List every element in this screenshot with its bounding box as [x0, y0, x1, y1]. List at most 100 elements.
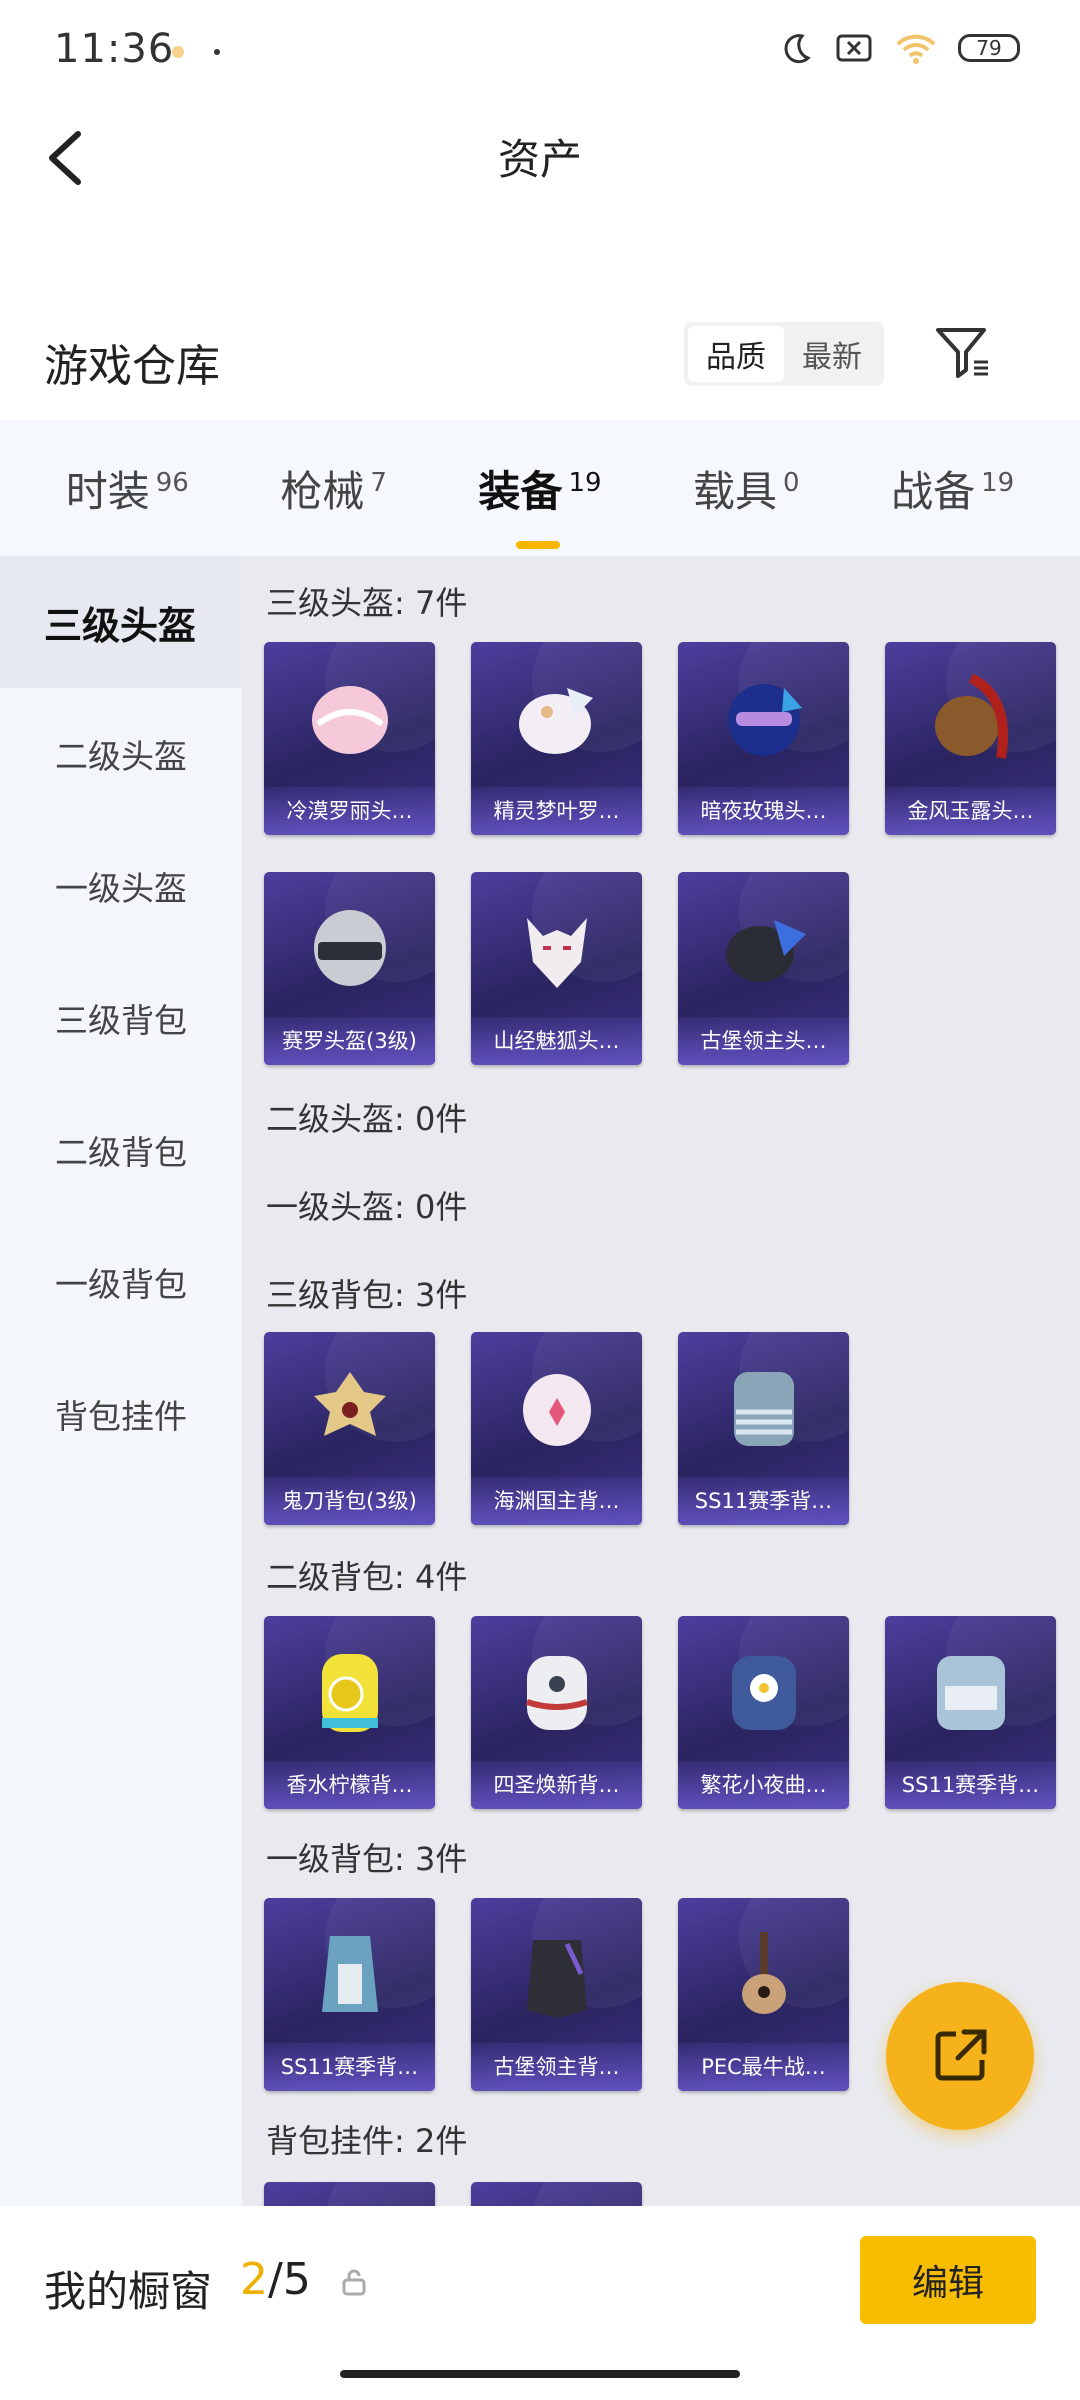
helmet-icon — [312, 686, 388, 754]
item-name: 金风玉露头… — [885, 787, 1056, 835]
tab-count: 96 — [155, 467, 189, 498]
item-name: SS11赛季背… — [885, 1761, 1056, 1809]
item-name: SS11赛季背… — [264, 2043, 435, 2091]
item-card[interactable]: 金风玉露头… — [885, 642, 1056, 835]
notification-dot-icon — [172, 46, 184, 58]
sidebar-item-backpack-pendant[interactable]: 背包挂件 — [0, 1348, 242, 1480]
backpack-icon — [734, 1372, 794, 1446]
category-tabs: 时装 96 枪械 7 装备 19 载具 0 战备 19 — [0, 420, 1080, 556]
backpack-icon — [523, 1374, 591, 1446]
showcase-total: /5 — [268, 2254, 311, 2305]
share-fab[interactable] — [886, 1982, 1034, 2130]
tab-label: 时装 — [65, 466, 150, 516]
item-card[interactable]: 赛罗头盔(3级) — [264, 872, 435, 1065]
item-card[interactable]: SS11赛季背… — [885, 1616, 1056, 1809]
tab-supplies[interactable]: 战备 19 — [891, 458, 1014, 519]
helmet-icon — [935, 673, 1008, 759]
section-title: 三级头盔: 7件 — [266, 584, 468, 622]
section-title: 三级背包: 3件 — [266, 1276, 468, 1314]
item-card[interactable]: 暗夜玫瑰头… — [678, 642, 849, 835]
sidebar-item-backpack-1[interactable]: 一级背包 — [0, 1216, 242, 1348]
tab-fashion[interactable]: 时装 96 — [66, 458, 189, 519]
item-name: 赛罗头盔(3级) — [264, 1017, 435, 1065]
item-card[interactable]: 山经魅狐头… — [471, 872, 642, 1065]
sidebar-item-backpack-3[interactable]: 三级背包 — [0, 952, 242, 1084]
lock-icon — [342, 2269, 366, 2296]
tab-count: 19 — [981, 467, 1015, 498]
warehouse-label: 游戏仓库 — [44, 341, 220, 392]
item-name: 古堡领主头… — [678, 1017, 849, 1065]
showcase-current: 2 — [240, 2254, 268, 2305]
sort-option-quality[interactable]: 品质 — [688, 326, 784, 382]
helmet-icon — [726, 920, 806, 982]
item-card[interactable]: 香水柠檬背… — [264, 1616, 435, 1809]
item-name: 四圣焕新背… — [471, 1761, 642, 1809]
tab-weapons[interactable]: 枪械 7 — [280, 458, 387, 519]
item-card[interactable]: 古堡领主头… — [678, 872, 849, 1065]
item-name: PEC最牛战… — [678, 2043, 849, 2091]
item-card[interactable]: 海渊国主背… — [471, 1332, 642, 1525]
item-card[interactable]: SS11赛季背… — [678, 1332, 849, 1525]
item-card[interactable]: 鬼刀背包(3级) — [264, 1332, 435, 1525]
backpack-icon — [732, 1656, 796, 1730]
item-name: 古堡领主背… — [471, 2043, 642, 2091]
tab-count: 0 — [783, 467, 800, 498]
item-card[interactable]: SS11赛季背… — [264, 1898, 435, 2091]
showcase-count: 2/5 — [240, 2254, 311, 2305]
tab-vehicles[interactable]: 载具 0 — [693, 458, 800, 519]
item-name: 冷漠罗丽头… — [264, 787, 435, 835]
active-tab-indicator — [516, 540, 561, 549]
status-time: 11:36 — [54, 26, 175, 72]
section-title: 背包挂件: 2件 — [266, 2122, 468, 2160]
sidebar-item-helmet-1[interactable]: 一级头盔 — [0, 820, 242, 952]
item-card[interactable]: 古堡领主背… — [471, 1898, 642, 2091]
tab-label: 战备 — [891, 466, 976, 516]
item-card[interactable]: 四圣焕新背… — [471, 1616, 642, 1809]
tab-equipment[interactable]: 装备 19 — [478, 458, 602, 549]
sidebar-item-helmet-2[interactable]: 二级头盔 — [0, 688, 242, 820]
sort-toggle: 品质 最新 — [684, 322, 884, 386]
backpack-icon — [322, 1936, 378, 2012]
battery-level: 79 — [976, 36, 1002, 60]
helmet-icon — [519, 688, 593, 754]
item-card[interactable] — [471, 2182, 642, 2206]
section-title: 二级背包: 4件 — [266, 1558, 468, 1596]
item-card[interactable]: 冷漠罗丽头… — [264, 642, 435, 835]
filter-icon[interactable] — [932, 322, 994, 384]
item-card[interactable] — [264, 2182, 435, 2206]
page-title: 资产 — [497, 135, 582, 184]
item-name: 香水柠檬背… — [264, 1761, 435, 1809]
sidebar-item-backpack-2[interactable]: 二级背包 — [0, 1084, 242, 1216]
item-card[interactable]: PEC最牛战… — [678, 1898, 849, 2091]
item-name: 繁花小夜曲… — [678, 1761, 849, 1809]
fox-mask-icon — [527, 918, 587, 988]
battery-icon: 79 — [958, 34, 1020, 62]
item-name: 鬼刀背包(3级) — [264, 1477, 435, 1525]
wifi-icon — [896, 34, 936, 64]
section-title: 一级头盔: 0件 — [266, 1188, 468, 1226]
sidebar-item-helmet-3[interactable]: 三级头盔 — [0, 556, 242, 688]
item-card[interactable]: 精灵梦叶罗… — [471, 642, 642, 835]
share-icon — [935, 2029, 987, 2081]
tab-count: 19 — [568, 467, 602, 498]
item-grid: 三级头盔: 7件 冷漠罗丽头… 精灵梦叶罗… 暗夜玫瑰头… 金风玉露头… 赛罗头… — [242, 556, 1080, 2206]
showcase-label: 我的橱窗 — [44, 2267, 213, 2316]
home-indicator[interactable] — [340, 2370, 740, 2378]
backpack-icon — [526, 1656, 588, 1730]
tab-label: 载具 — [693, 466, 778, 516]
page-header: 资产 — [0, 110, 1080, 200]
helmet-icon — [314, 910, 386, 986]
item-name: 暗夜玫瑰头… — [678, 787, 849, 835]
tab-label: 枪械 — [280, 466, 365, 516]
warehouse-header: 游戏仓库 品质 最新 — [0, 310, 1080, 420]
item-name: 海渊国主背… — [471, 1477, 642, 1525]
item-name: 山经魅狐头… — [471, 1017, 642, 1065]
item-card[interactable]: 繁花小夜曲… — [678, 1616, 849, 1809]
edit-button[interactable]: 编辑 — [860, 2236, 1036, 2324]
sort-option-newest[interactable]: 最新 — [784, 326, 880, 382]
tab-label: 装备 — [478, 466, 563, 516]
subcategory-sidebar: 三级头盔 二级头盔 一级头盔 三级背包 二级背包 一级背包 背包挂件 — [0, 556, 242, 2206]
section-title: 二级头盔: 0件 — [266, 1100, 468, 1138]
guitar-backpack-icon — [742, 1932, 786, 2014]
no-sim-icon — [836, 34, 872, 62]
